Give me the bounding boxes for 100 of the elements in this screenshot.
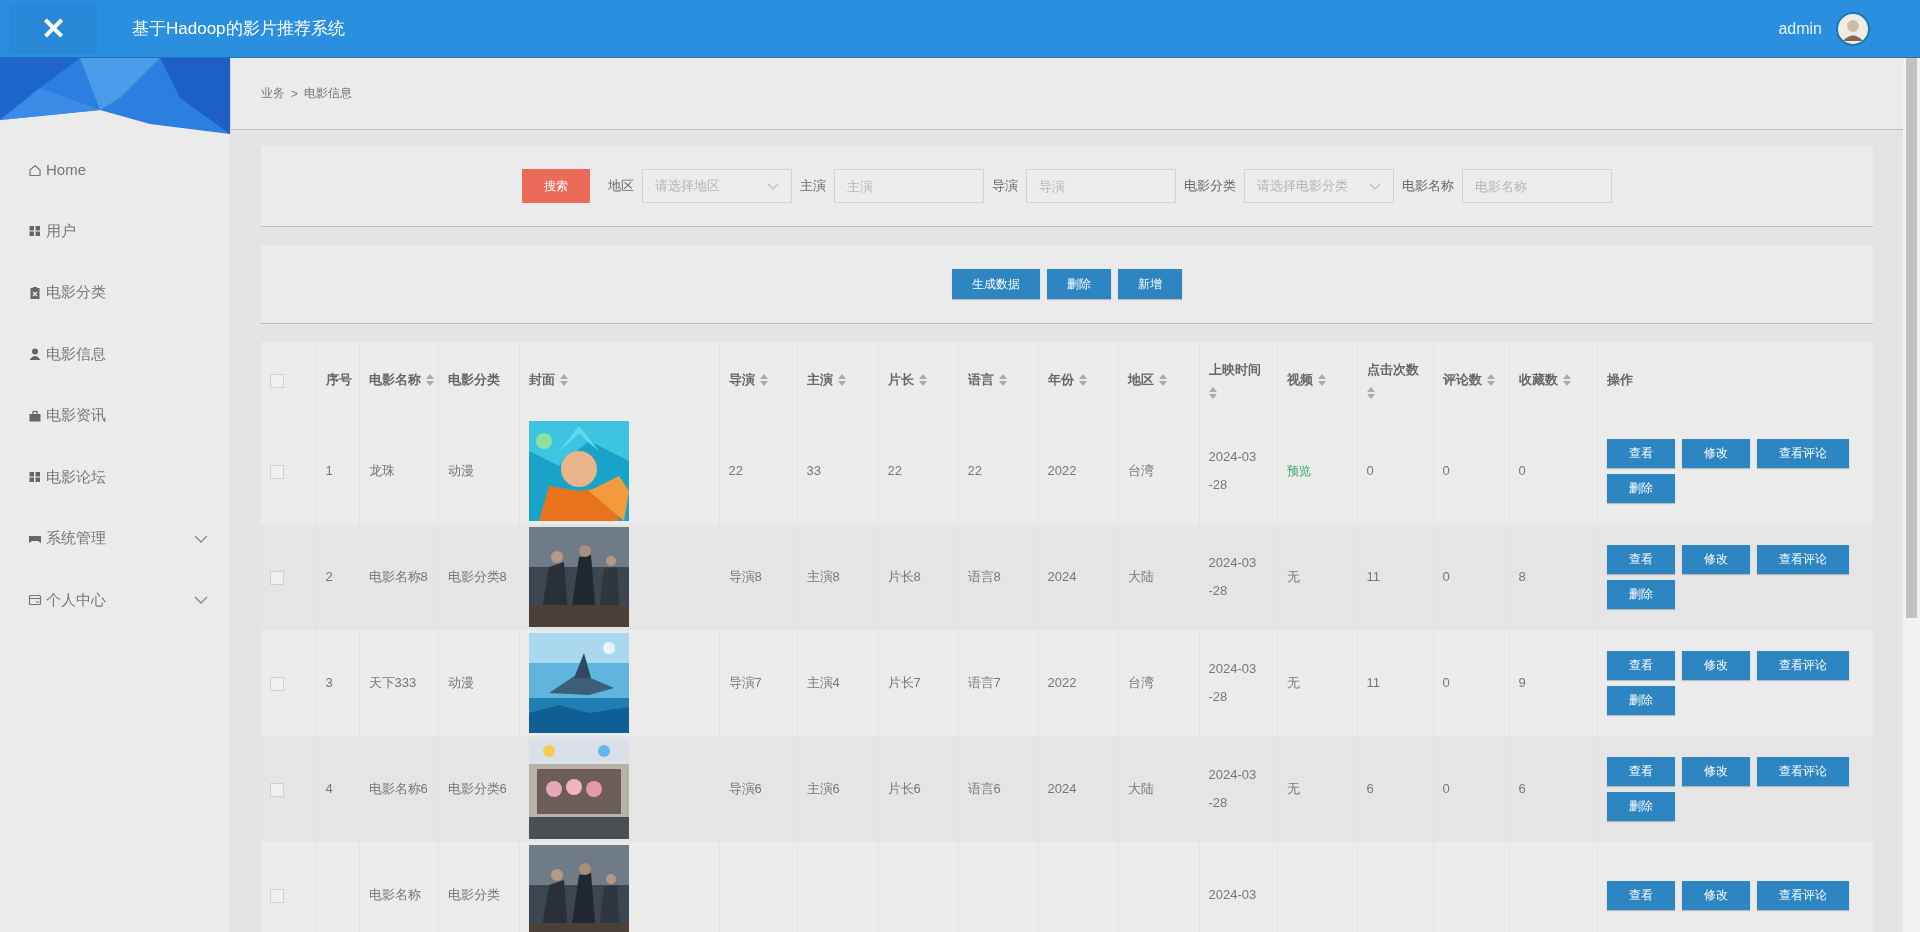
row-action-button[interactable]: 查看评论 (1756, 651, 1849, 680)
table-cell-text: 2024-03-28 (1208, 554, 1258, 600)
breadcrumb-separator: > (291, 86, 298, 101)
row-action-button[interactable]: 查看 (1606, 439, 1675, 468)
sidebar-item[interactable]: Home (0, 139, 230, 201)
column-header[interactable]: 操作 (1606, 371, 1633, 389)
row-action-button[interactable]: 修改 (1681, 439, 1750, 468)
sort-icon[interactable] (1562, 374, 1571, 386)
search-button[interactable]: 搜索 (522, 169, 590, 203)
table-cell: 导演6 (728, 781, 762, 796)
select-all-checkbox[interactable] (270, 373, 284, 388)
sort-icon[interactable] (1158, 374, 1167, 386)
row-checkbox[interactable] (270, 782, 284, 797)
sort-icon[interactable] (759, 374, 768, 386)
grid-icon (28, 224, 42, 239)
breadcrumb-item[interactable]: 电影信息 (304, 85, 352, 102)
table-cell: 电影分类8 (447, 569, 507, 584)
column-header[interactable]: 年份 (1047, 371, 1074, 389)
row-action-button[interactable]: 查看 (1606, 651, 1675, 680)
column-header[interactable]: 电影分类 (447, 371, 500, 389)
sort-icon[interactable] (1208, 387, 1217, 399)
sort-icon[interactable] (1317, 374, 1326, 386)
column-header[interactable]: 片长 (887, 371, 914, 389)
sort-icon[interactable] (425, 374, 434, 386)
column-header[interactable]: 封面 (528, 371, 555, 389)
chevron-down-icon (1369, 182, 1381, 190)
sidebar-item[interactable]: 个人中心 (0, 569, 230, 631)
table-cell: 0 (1442, 569, 1450, 584)
table-cell: 33 (806, 463, 821, 478)
action-button[interactable]: 删除 (1047, 269, 1111, 299)
sidebar-item[interactable]: 电影论坛 (0, 446, 230, 508)
column-header[interactable]: 地区 (1127, 371, 1154, 389)
row-action-button[interactable]: 查看 (1606, 757, 1675, 786)
row-action-button[interactable]: 查看评论 (1756, 880, 1849, 910)
sort-icon[interactable] (559, 374, 568, 386)
sort-icon[interactable] (998, 374, 1007, 386)
action-button[interactable]: 生成数据 (952, 269, 1040, 299)
column-header[interactable]: 收藏数 (1518, 371, 1558, 389)
table-cell: 6 (1366, 781, 1374, 796)
row-action-button[interactable]: 查看评论 (1756, 439, 1849, 468)
table-cell: 22 (728, 463, 743, 478)
table-cell: 0 (1442, 463, 1450, 478)
column-header[interactable]: 点击次数 (1366, 361, 1419, 379)
table-cell: 9 (1518, 675, 1526, 690)
sort-icon[interactable] (1366, 387, 1375, 399)
table-cell: 8 (1518, 569, 1526, 584)
sort-icon[interactable] (918, 374, 927, 386)
row-action-button[interactable]: 查看评论 (1756, 545, 1849, 574)
sidebar-item[interactable]: 电影资讯 (0, 385, 230, 447)
table-cell: 语言7 (967, 675, 1001, 690)
row-action-button[interactable]: 修改 (1681, 880, 1750, 910)
row-checkbox[interactable] (270, 570, 284, 585)
column-header[interactable]: 语言 (967, 371, 994, 389)
row-action-button[interactable]: 删除 (1606, 686, 1675, 715)
column-header[interactable]: 上映时间 (1208, 361, 1261, 379)
row-action-button[interactable]: 修改 (1681, 545, 1750, 574)
column-header[interactable]: 序号 (325, 371, 352, 389)
table-cell: 电影名称6 (368, 781, 428, 796)
sort-icon[interactable] (1078, 374, 1087, 386)
row-action-button[interactable]: 删除 (1606, 580, 1675, 609)
action-button[interactable]: 新增 (1118, 269, 1182, 299)
column-header[interactable]: 导演 (728, 371, 755, 389)
clipboard-icon (28, 285, 42, 300)
table-cell: 导演8 (728, 569, 762, 584)
column-header[interactable]: 电影名称 (368, 371, 421, 389)
table-cell: 电影分类 (447, 887, 500, 902)
close-button[interactable]: ✕ (9, 3, 97, 54)
person-icon (28, 347, 42, 362)
table-cell: 电影名称 (368, 887, 421, 902)
row-action-button[interactable]: 查看 (1606, 880, 1675, 910)
row-action-button[interactable]: 删除 (1606, 792, 1675, 821)
table-cell: 0 (1442, 781, 1450, 796)
column-header[interactable]: 评论数 (1442, 371, 1482, 389)
row-checkbox[interactable] (270, 888, 284, 903)
table-cell: 动漫 (447, 463, 474, 478)
row-action-button[interactable]: 修改 (1681, 757, 1750, 786)
column-header[interactable]: 主演 (806, 371, 833, 389)
avatar-icon[interactable] (1836, 11, 1870, 46)
preview-link[interactable]: 预览 (1286, 463, 1311, 478)
sidebar-item[interactable]: 电影分类 (0, 262, 230, 324)
field-label: 电影分类 (1184, 177, 1236, 195)
sidebar-item[interactable]: 电影信息 (0, 323, 230, 385)
table-cell: 6 (1518, 781, 1526, 796)
table-cell: 4 (325, 781, 333, 796)
sort-icon[interactable] (1486, 374, 1495, 386)
row-action-button[interactable]: 查看 (1606, 545, 1675, 574)
sidebar-item[interactable]: 系统管理 (0, 508, 230, 570)
row-action-button[interactable]: 修改 (1681, 651, 1750, 680)
user-name[interactable]: admin (1778, 19, 1822, 38)
column-header[interactable]: 视频 (1286, 371, 1313, 389)
sidebar-item[interactable]: 用户 (0, 200, 230, 262)
row-checkbox[interactable] (270, 464, 284, 479)
breadcrumb-item[interactable]: 业务 (261, 85, 285, 102)
row-action-button[interactable]: 查看评论 (1756, 757, 1849, 786)
scrollbar[interactable] (1903, 58, 1920, 932)
table-cell: 3 (325, 675, 333, 690)
row-checkbox[interactable] (270, 676, 284, 691)
sort-icon[interactable] (837, 374, 846, 386)
row-action-button[interactable]: 删除 (1606, 474, 1675, 503)
table-cell: 语言8 (967, 569, 1001, 584)
